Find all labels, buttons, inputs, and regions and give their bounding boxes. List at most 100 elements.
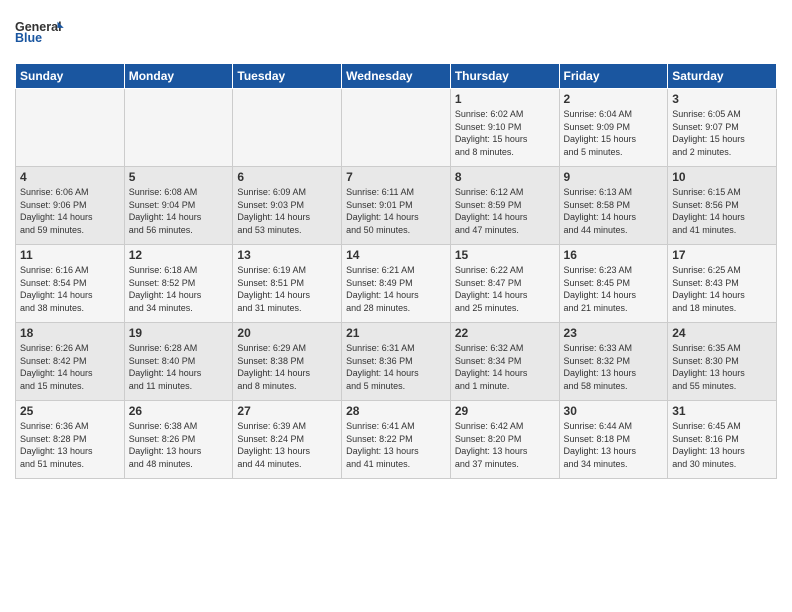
svg-text:Blue: Blue — [15, 31, 42, 45]
day-info: Sunrise: 6:33 AM Sunset: 8:32 PM Dayligh… — [564, 342, 664, 392]
col-header-friday: Friday — [559, 64, 668, 89]
day-cell: 10 Sunrise: 6:15 AM Sunset: 8:56 PM Dayli… — [668, 167, 777, 245]
day-cell: 12Sunrise: 6:18 AM Sunset: 8:52 PM Dayli… — [124, 245, 233, 323]
day-number: 8 — [455, 170, 555, 184]
day-info: Sunrise: 6:45 AM Sunset: 8:16 PM Dayligh… — [672, 420, 772, 470]
day-info: Sunrise: 6:44 AM Sunset: 8:18 PM Dayligh… — [564, 420, 664, 470]
day-number: 15 — [455, 248, 555, 262]
day-number: 14 — [346, 248, 446, 262]
day-number: 9 — [564, 170, 664, 184]
day-cell: 27 Sunrise: 6:39 AM Sunset: 8:24 PM Dayli… — [233, 401, 342, 479]
day-info: Sunrise: 6:16 AM Sunset: 8:54 PM Dayligh… — [20, 264, 120, 314]
day-cell: 15 Sunrise: 6:22 AM Sunset: 8:47 PM Dayli… — [450, 245, 559, 323]
week-row-4: 18Sunrise: 6:26 AM Sunset: 8:42 PM Dayli… — [16, 323, 777, 401]
day-info: Sunrise: 6:12 AM Sunset: 8:59 PM Dayligh… — [455, 186, 555, 236]
day-cell: 17Sunrise: 6:25 AM Sunset: 8:43 PM Dayli… — [668, 245, 777, 323]
col-header-wednesday: Wednesday — [342, 64, 451, 89]
day-info: Sunrise: 6:39 AM Sunset: 8:24 PM Dayligh… — [237, 420, 337, 470]
day-cell: 2Sunrise: 6:04 AM Sunset: 9:09 PM Daylig… — [559, 89, 668, 167]
day-info: Sunrise: 6:29 AM Sunset: 8:38 PM Dayligh… — [237, 342, 337, 392]
day-cell: 22 Sunrise: 6:32 AM Sunset: 8:34 PM Dayli… — [450, 323, 559, 401]
day-info: Sunrise: 6:09 AM Sunset: 9:03 PM Dayligh… — [237, 186, 337, 236]
day-cell: 21 Sunrise: 6:31 AM Sunset: 8:36 PM Dayli… — [342, 323, 451, 401]
day-number: 2 — [564, 92, 664, 106]
day-cell: 16Sunrise: 6:23 AM Sunset: 8:45 PM Dayli… — [559, 245, 668, 323]
day-cell: 20Sunrise: 6:29 AM Sunset: 8:38 PM Dayli… — [233, 323, 342, 401]
day-cell: 18Sunrise: 6:26 AM Sunset: 8:42 PM Dayli… — [16, 323, 125, 401]
day-info: Sunrise: 6:41 AM Sunset: 8:22 PM Dayligh… — [346, 420, 446, 470]
day-number: 25 — [20, 404, 120, 418]
day-info: Sunrise: 6:32 AM Sunset: 8:34 PM Dayligh… — [455, 342, 555, 392]
day-number: 12 — [129, 248, 229, 262]
day-number: 26 — [129, 404, 229, 418]
day-number: 5 — [129, 170, 229, 184]
day-cell: 9 Sunrise: 6:13 AM Sunset: 8:58 PM Daylig… — [559, 167, 668, 245]
day-info: Sunrise: 6:19 AM Sunset: 8:51 PM Dayligh… — [237, 264, 337, 314]
day-info: Sunrise: 6:08 AM Sunset: 9:04 PM Dayligh… — [129, 186, 229, 236]
day-info: Sunrise: 6:36 AM Sunset: 8:28 PM Dayligh… — [20, 420, 120, 470]
day-info: Sunrise: 6:31 AM Sunset: 8:36 PM Dayligh… — [346, 342, 446, 392]
day-number: 27 — [237, 404, 337, 418]
col-header-monday: Monday — [124, 64, 233, 89]
day-cell: 28 Sunrise: 6:41 AM Sunset: 8:22 PM Dayli… — [342, 401, 451, 479]
day-cell: 14 Sunrise: 6:21 AM Sunset: 8:49 PM Dayli… — [342, 245, 451, 323]
day-number: 24 — [672, 326, 772, 340]
page-container: General Blue SundayMondayTuesdayWednesda… — [0, 0, 792, 489]
header: General Blue — [15, 10, 777, 55]
day-number: 1 — [455, 92, 555, 106]
day-cell: 25 Sunrise: 6:36 AM Sunset: 8:28 PM Dayli… — [16, 401, 125, 479]
day-number: 6 — [237, 170, 337, 184]
calendar-body: 1 Sunrise: 6:02 AM Sunset: 9:10 PM Daylig… — [16, 89, 777, 479]
logo: General Blue — [15, 10, 65, 55]
col-header-saturday: Saturday — [668, 64, 777, 89]
day-number: 22 — [455, 326, 555, 340]
day-cell: 19Sunrise: 6:28 AM Sunset: 8:40 PM Dayli… — [124, 323, 233, 401]
day-cell — [124, 89, 233, 167]
day-info: Sunrise: 6:23 AM Sunset: 8:45 PM Dayligh… — [564, 264, 664, 314]
column-headers: SundayMondayTuesdayWednesdayThursdayFrid… — [16, 64, 777, 89]
day-number: 30 — [564, 404, 664, 418]
day-info: Sunrise: 6:13 AM Sunset: 8:58 PM Dayligh… — [564, 186, 664, 236]
col-header-tuesday: Tuesday — [233, 64, 342, 89]
week-row-1: 1 Sunrise: 6:02 AM Sunset: 9:10 PM Daylig… — [16, 89, 777, 167]
day-cell: 23 Sunrise: 6:33 AM Sunset: 8:32 PM Dayli… — [559, 323, 668, 401]
day-cell: 7 Sunrise: 6:11 AM Sunset: 9:01 PM Daylig… — [342, 167, 451, 245]
day-cell — [342, 89, 451, 167]
day-info: Sunrise: 6:05 AM Sunset: 9:07 PM Dayligh… — [672, 108, 772, 158]
day-number: 21 — [346, 326, 446, 340]
day-info: Sunrise: 6:38 AM Sunset: 8:26 PM Dayligh… — [129, 420, 229, 470]
day-info: Sunrise: 6:06 AM Sunset: 9:06 PM Dayligh… — [20, 186, 120, 236]
day-number: 23 — [564, 326, 664, 340]
day-info: Sunrise: 6:02 AM Sunset: 9:10 PM Dayligh… — [455, 108, 555, 158]
day-cell: 30 Sunrise: 6:44 AM Sunset: 8:18 PM Dayli… — [559, 401, 668, 479]
day-info: Sunrise: 6:22 AM Sunset: 8:47 PM Dayligh… — [455, 264, 555, 314]
day-number: 7 — [346, 170, 446, 184]
day-cell: 31 Sunrise: 6:45 AM Sunset: 8:16 PM Dayli… — [668, 401, 777, 479]
day-info: Sunrise: 6:15 AM Sunset: 8:56 PM Dayligh… — [672, 186, 772, 236]
day-cell: 4 Sunrise: 6:06 AM Sunset: 9:06 PM Daylig… — [16, 167, 125, 245]
col-header-thursday: Thursday — [450, 64, 559, 89]
day-info: Sunrise: 6:28 AM Sunset: 8:40 PM Dayligh… — [129, 342, 229, 392]
day-info: Sunrise: 6:26 AM Sunset: 8:42 PM Dayligh… — [20, 342, 120, 392]
day-cell — [16, 89, 125, 167]
day-number: 28 — [346, 404, 446, 418]
calendar-table: SundayMondayTuesdayWednesdayThursdayFrid… — [15, 63, 777, 479]
day-info: Sunrise: 6:11 AM Sunset: 9:01 PM Dayligh… — [346, 186, 446, 236]
day-number: 13 — [237, 248, 337, 262]
day-cell: 1 Sunrise: 6:02 AM Sunset: 9:10 PM Daylig… — [450, 89, 559, 167]
day-info: Sunrise: 6:35 AM Sunset: 8:30 PM Dayligh… — [672, 342, 772, 392]
day-cell: 11 Sunrise: 6:16 AM Sunset: 8:54 PM Dayli… — [16, 245, 125, 323]
day-number: 11 — [20, 248, 120, 262]
day-cell: 3 Sunrise: 6:05 AM Sunset: 9:07 PM Daylig… — [668, 89, 777, 167]
day-number: 31 — [672, 404, 772, 418]
day-cell: 26 Sunrise: 6:38 AM Sunset: 8:26 PM Dayli… — [124, 401, 233, 479]
day-number: 4 — [20, 170, 120, 184]
day-info: Sunrise: 6:21 AM Sunset: 8:49 PM Dayligh… — [346, 264, 446, 314]
day-number: 3 — [672, 92, 772, 106]
day-number: 29 — [455, 404, 555, 418]
day-cell: 13 Sunrise: 6:19 AM Sunset: 8:51 PM Dayli… — [233, 245, 342, 323]
week-row-3: 11 Sunrise: 6:16 AM Sunset: 8:54 PM Dayli… — [16, 245, 777, 323]
week-row-2: 4 Sunrise: 6:06 AM Sunset: 9:06 PM Daylig… — [16, 167, 777, 245]
day-number: 10 — [672, 170, 772, 184]
day-cell: 8 Sunrise: 6:12 AM Sunset: 8:59 PM Daylig… — [450, 167, 559, 245]
